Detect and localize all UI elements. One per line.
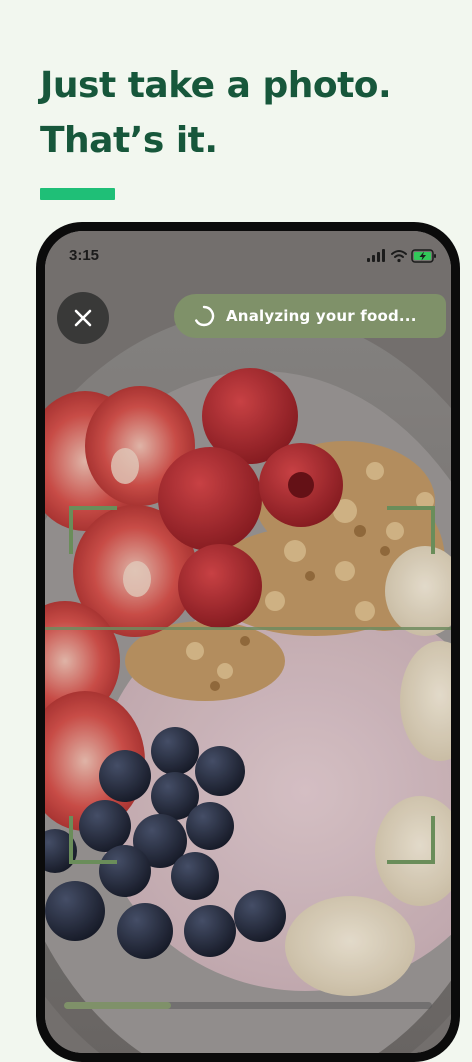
loading-spinner-icon: [195, 305, 215, 327]
battery-charging-icon: [411, 249, 436, 263]
analyzing-status-pill: Analyzing your food...: [174, 294, 446, 338]
scan-progress-fill: [64, 1002, 171, 1009]
headline: Just take a photo. That’s it.: [40, 58, 392, 168]
scan-frame-corner-bottom-left: [69, 816, 117, 864]
wifi-icon: [391, 250, 407, 263]
scan-frame-corner-top-right: [387, 506, 435, 554]
food-photo: [45, 231, 451, 1053]
scan-frame-corner-bottom-right: [387, 816, 435, 864]
headline-accent-bar: [40, 188, 115, 200]
camera-screen: 3:15 Analyzing your food...: [45, 231, 451, 1053]
headline-line-1: Just take a photo.: [40, 65, 392, 106]
scan-line: [45, 627, 451, 630]
close-button[interactable]: [57, 292, 109, 344]
headline-line-2: That’s it.: [40, 120, 218, 161]
cellular-signal-icon: [367, 249, 385, 262]
scan-frame-corner-top-left: [69, 506, 117, 554]
phone-mockup: 3:15 Analyzing your food...: [36, 222, 460, 1062]
analyzing-status-text: Analyzing your food...: [226, 307, 417, 325]
status-time: 3:15: [69, 247, 100, 264]
scan-progress-bar: [64, 1002, 432, 1009]
status-bar: 3:15: [45, 231, 451, 283]
status-icons: [367, 249, 436, 263]
close-icon: [74, 309, 92, 327]
